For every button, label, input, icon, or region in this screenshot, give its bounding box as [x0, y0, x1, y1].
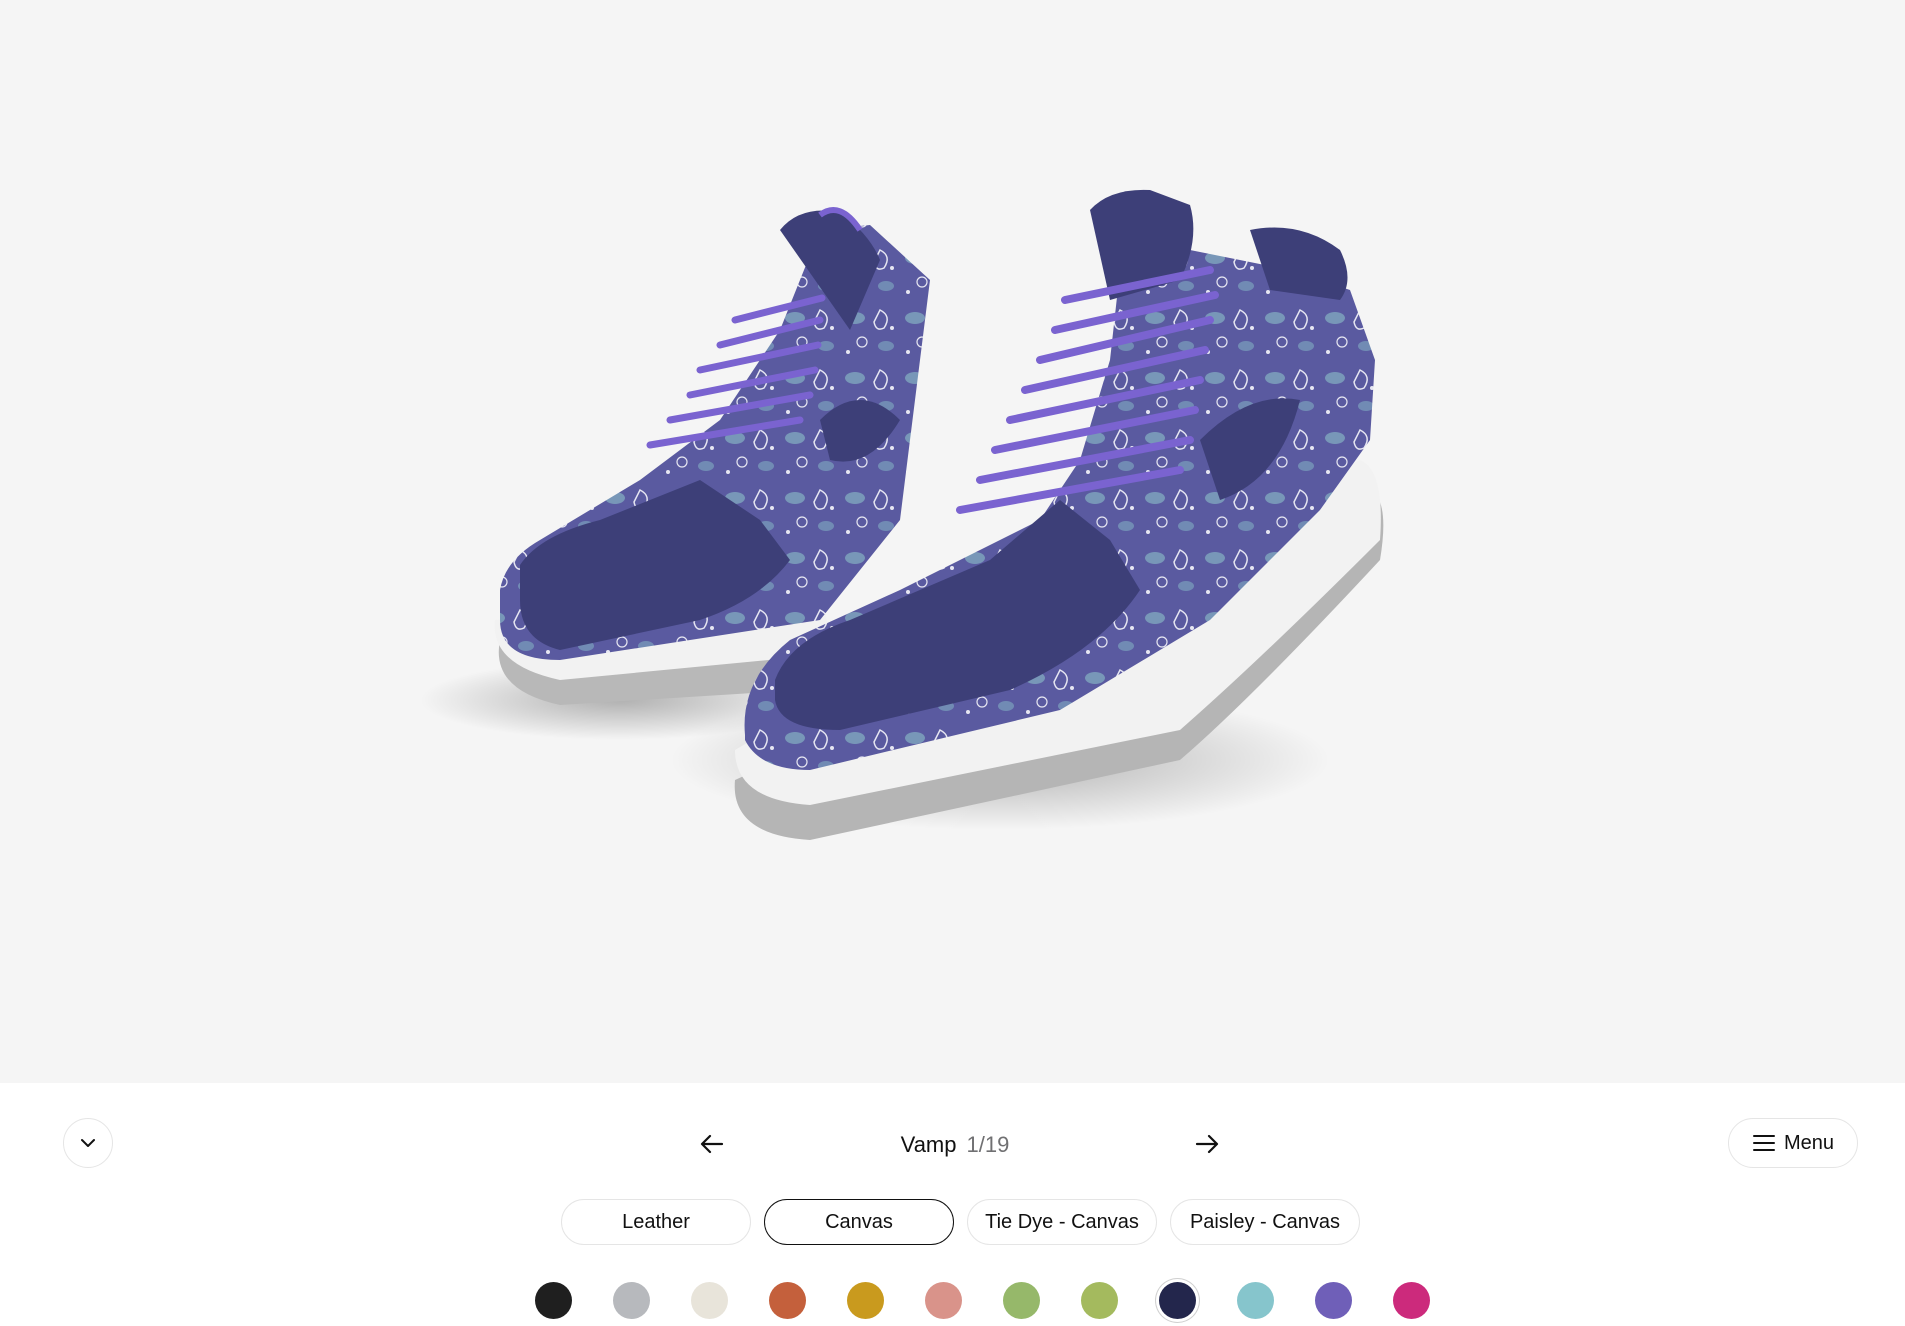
color-swatch[interactable]	[1294, 1280, 1372, 1320]
material-options: Leather Canvas Tie Dye - Canvas Paisley …	[561, 1199, 1360, 1245]
color-swatch-dot	[1392, 1281, 1430, 1319]
color-swatch[interactable]	[1138, 1280, 1216, 1320]
color-swatch[interactable]	[748, 1280, 826, 1320]
material-label: Leather	[622, 1210, 690, 1233]
color-swatch[interactable]	[1216, 1280, 1294, 1320]
material-option-tie-dye-canvas[interactable]: Tie Dye - Canvas	[967, 1199, 1157, 1245]
material-option-paisley-canvas[interactable]: Paisley - Canvas	[1170, 1199, 1360, 1245]
menu-label: Menu	[1783, 1131, 1835, 1154]
color-swatch[interactable]	[1060, 1280, 1138, 1320]
color-swatch-dot	[768, 1281, 806, 1319]
collapse-button[interactable]	[63, 1118, 113, 1168]
shoe-render	[420, 189, 1384, 840]
step-count: 1/19	[966, 1132, 1010, 1157]
material-label: Paisley - Canvas	[1189, 1210, 1341, 1233]
hamburger-icon	[1752, 1135, 1775, 1151]
step-indicator: Vamp 1/19	[850, 1128, 1060, 1162]
color-swatch[interactable]	[592, 1280, 670, 1320]
color-swatch-dot	[534, 1281, 572, 1319]
color-swatch-dot	[1080, 1281, 1118, 1319]
chevron-down-icon	[81, 1139, 95, 1147]
color-swatches	[514, 1280, 1450, 1320]
color-swatch-dot	[690, 1281, 728, 1319]
color-swatch-dot	[1002, 1281, 1040, 1319]
color-swatch[interactable]	[670, 1280, 748, 1320]
material-option-leather[interactable]: Leather	[561, 1199, 751, 1245]
material-option-canvas[interactable]: Canvas	[764, 1199, 954, 1245]
menu-button[interactable]: Menu	[1728, 1118, 1858, 1168]
previous-step-button[interactable]	[692, 1124, 732, 1164]
color-swatch[interactable]	[982, 1280, 1060, 1320]
next-step-button[interactable]	[1187, 1124, 1227, 1164]
color-swatch-dot	[1236, 1281, 1274, 1319]
color-swatch-dot	[846, 1281, 884, 1319]
color-swatch-dot	[924, 1281, 962, 1319]
arrow-left-icon	[700, 1134, 724, 1154]
material-label: Canvas	[825, 1210, 893, 1233]
color-swatch[interactable]	[826, 1280, 904, 1320]
color-swatch[interactable]	[1372, 1280, 1450, 1320]
color-swatch-dot	[1314, 1281, 1352, 1319]
color-swatch-dot	[612, 1281, 650, 1319]
product-viewer[interactable]	[0, 0, 1905, 1083]
color-swatch[interactable]	[904, 1280, 982, 1320]
step-name: Vamp	[900, 1132, 957, 1157]
color-swatch[interactable]	[514, 1280, 592, 1320]
arrow-right-icon	[1195, 1134, 1219, 1154]
material-label: Tie Dye - Canvas	[985, 1210, 1139, 1233]
color-swatch-dot	[1158, 1281, 1196, 1319]
